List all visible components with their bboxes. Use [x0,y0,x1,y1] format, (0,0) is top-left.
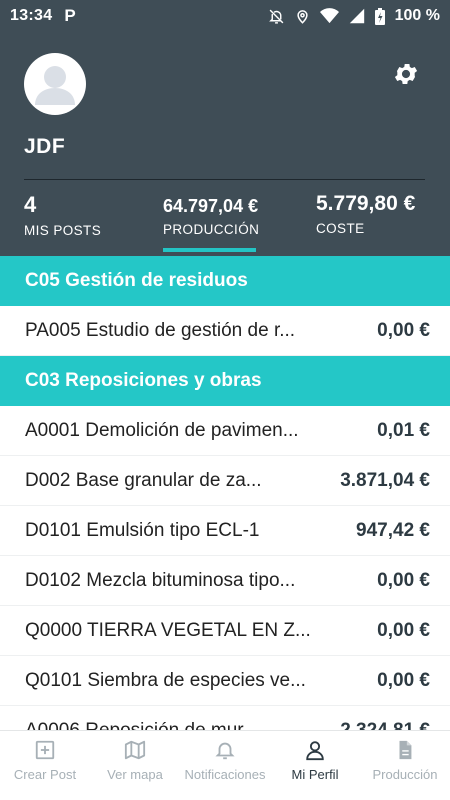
document-icon [399,740,412,760]
list-item[interactable]: A0006 Reposición de mur... 2.324,81 € [0,706,450,731]
location-icon [295,8,310,25]
username: JDF [24,135,66,158]
item-name: D002 Base granular de za... [25,469,262,491]
user-icon [306,741,324,761]
nav-produccion[interactable]: Producción [360,731,450,800]
settings-gear-icon[interactable] [392,60,420,88]
nav-label: Producción [372,767,438,782]
list-item[interactable]: D0101 Emulsión tipo ECL-1 947,42 € [0,506,450,556]
stat-produccion[interactable]: 64.797,04 € PRODUCCIÓN [163,196,259,237]
user-placeholder-icon [35,66,75,105]
nav-label: Crear Post [13,767,77,782]
bell-off-icon [268,8,285,25]
production-list[interactable]: C05 Gestión de residuos PA005 Estudio de… [0,256,450,730]
item-name: Q0000 TIERRA VEGETAL EN Z... [25,619,311,641]
list-item[interactable]: Q0000 TIERRA VEGETAL EN Z... 0,00 € [0,606,450,656]
status-time: 13:34 [10,7,53,24]
item-amount: 0,00 € [377,619,430,641]
add-post-icon [35,740,55,760]
stat-mis-posts[interactable]: 4 MIS POSTS [24,192,101,238]
battery-percent: 100 % [394,7,440,24]
avatar[interactable] [24,53,86,115]
battery-icon [374,7,385,25]
item-name: D0102 Mezcla bituminosa tipo... [25,569,296,591]
stat-produccion-label: PRODUCCIÓN [163,222,260,237]
list-item[interactable]: Q0101 Siembra de especies ve... 0,00 € [0,656,450,706]
stat-posts-value: 4 [24,192,37,217]
stat-coste[interactable]: 5.779,80 € COSTE [316,192,415,236]
item-amount: 0,00 € [377,669,430,691]
bottom-navigation: Crear Post Ver mapa Notificaciones Mi Pe… [0,730,450,800]
item-amount: 3.871,04 € [340,469,430,491]
app-notification-badge: P [64,6,76,25]
item-amount: 0,00 € [377,569,430,591]
item-amount: 0,00 € [377,319,430,341]
section-header: C05 Gestión de residuos [0,256,450,306]
item-name: A0006 Reposición de mur... [25,719,259,731]
active-tab-indicator [163,248,256,252]
item-amount: 2.324,81 € [340,719,430,731]
item-name: PA005 Estudio de gestión de r... [25,319,296,341]
nav-ver-mapa[interactable]: Ver mapa [90,731,180,800]
list-item[interactable]: A0001 Demolición de pavimen... 0,01 € [0,406,450,456]
list-item[interactable]: D002 Base granular de za... 3.871,04 € [0,456,450,506]
nav-label: Mi Perfil [291,767,339,782]
stat-coste-label: COSTE [316,221,365,236]
nav-label: Notificaciones [184,767,266,782]
nav-notificaciones[interactable]: Notificaciones [180,731,270,800]
stat-coste-value: 5.779,80 € [316,192,416,215]
nav-label: Ver mapa [107,767,163,782]
signal-icon [349,8,365,24]
status-bar: 13:34 P 100 % [0,0,450,32]
stat-produccion-value: 64.797,04 € [163,196,259,216]
section-header: C03 Reposiciones y obras [0,356,450,406]
profile-header: JDF 4 MIS POSTS 64.797,04 € PRODUCCIÓN 5… [0,32,450,256]
map-icon [124,740,146,760]
nav-mi-perfil[interactable]: Mi Perfil [270,731,360,800]
list-item[interactable]: D0102 Mezcla bituminosa tipo... 0,00 € [0,556,450,606]
item-amount: 947,42 € [356,519,430,541]
stat-posts-label: MIS POSTS [24,223,102,238]
bell-icon [215,742,235,760]
wifi-icon [319,8,339,24]
item-name: Q0101 Siembra de especies ve... [25,669,306,691]
header-divider [24,179,425,180]
list-item[interactable]: PA005 Estudio de gestión de r... 0,00 € [0,306,450,356]
item-name: A0001 Demolición de pavimen... [25,419,299,441]
item-amount: 0,01 € [377,419,430,441]
item-name: D0101 Emulsión tipo ECL-1 [25,519,260,541]
nav-crear-post[interactable]: Crear Post [0,731,90,800]
